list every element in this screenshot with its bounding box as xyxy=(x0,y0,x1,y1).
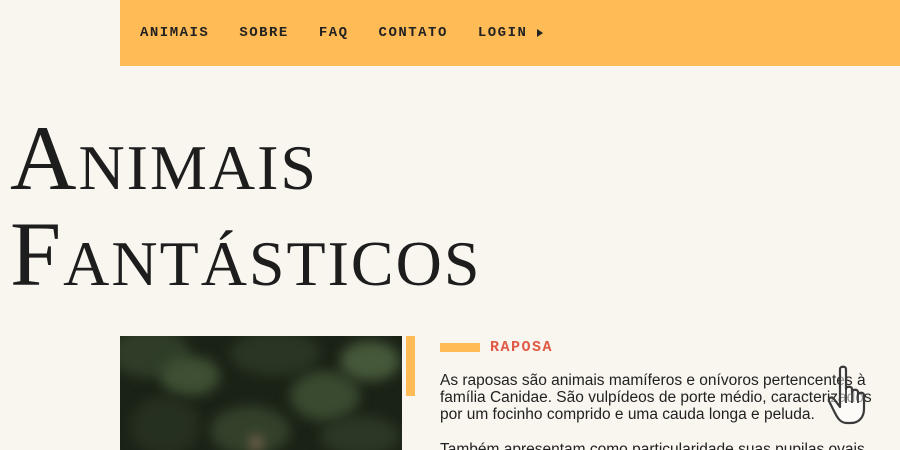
photo-foliage xyxy=(160,356,220,396)
nav-link-label: CONTATO xyxy=(378,25,448,41)
nav-link-animais[interactable]: ANIMAIS xyxy=(140,25,209,41)
photo-foliage xyxy=(290,371,360,421)
page-title: Animais Fantásticos xyxy=(10,110,481,302)
article-heading: RAPOSA xyxy=(490,338,554,356)
nav-link-label: FAQ xyxy=(318,25,349,41)
photo-foliage xyxy=(130,396,200,450)
hand-pointer-cursor-icon xyxy=(827,365,866,425)
play-triangle-icon xyxy=(537,29,544,37)
photo-foliage xyxy=(230,336,320,376)
page-title-line-2: Fantásticos xyxy=(10,203,482,305)
nav-link-label: LOGIN xyxy=(477,25,528,41)
photo-foliage xyxy=(320,416,400,450)
page: ANIMAIS SOBRE FAQ CONTATO LOGIN Animais … xyxy=(0,0,900,450)
heading-accent-dash xyxy=(440,342,480,352)
main-navigation: ANIMAIS SOBRE FAQ CONTATO LOGIN xyxy=(120,0,900,66)
article-heading-row: RAPOSA xyxy=(440,336,885,358)
nav-link-label: SOBRE xyxy=(239,25,289,41)
photo-foliage xyxy=(340,341,400,381)
photo-accent-bar xyxy=(406,336,415,396)
photo-fox-ear xyxy=(250,436,262,450)
nav-link-login[interactable]: LOGIN xyxy=(478,25,544,41)
nav-link-faq[interactable]: FAQ xyxy=(319,25,349,41)
nav-link-contato[interactable]: CONTATO xyxy=(379,25,448,41)
page-title-line-1: Animais xyxy=(10,107,319,209)
article-paragraph: As raposas são animais mamíferos e onívo… xyxy=(440,372,872,423)
article-paragraph: Também apresentam como particularidade s… xyxy=(440,441,865,450)
animal-article: RAPOSA As raposas são animais mamíferos … xyxy=(440,336,885,450)
nav-link-label: ANIMAIS xyxy=(140,25,210,41)
fox-photo xyxy=(120,336,402,450)
nav-link-sobre[interactable]: SOBRE xyxy=(239,25,289,41)
